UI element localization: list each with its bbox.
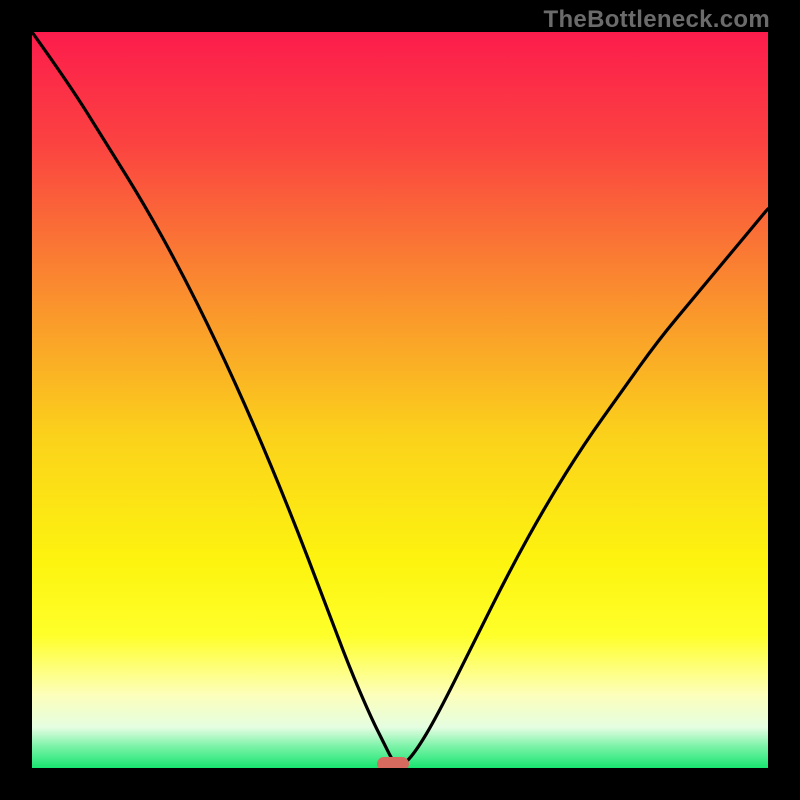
chart-frame: TheBottleneck.com (0, 0, 800, 800)
watermark-text: TheBottleneck.com (544, 6, 770, 34)
plot-area (32, 32, 768, 768)
bottleneck-curve (32, 32, 768, 768)
minimum-marker (377, 757, 409, 768)
